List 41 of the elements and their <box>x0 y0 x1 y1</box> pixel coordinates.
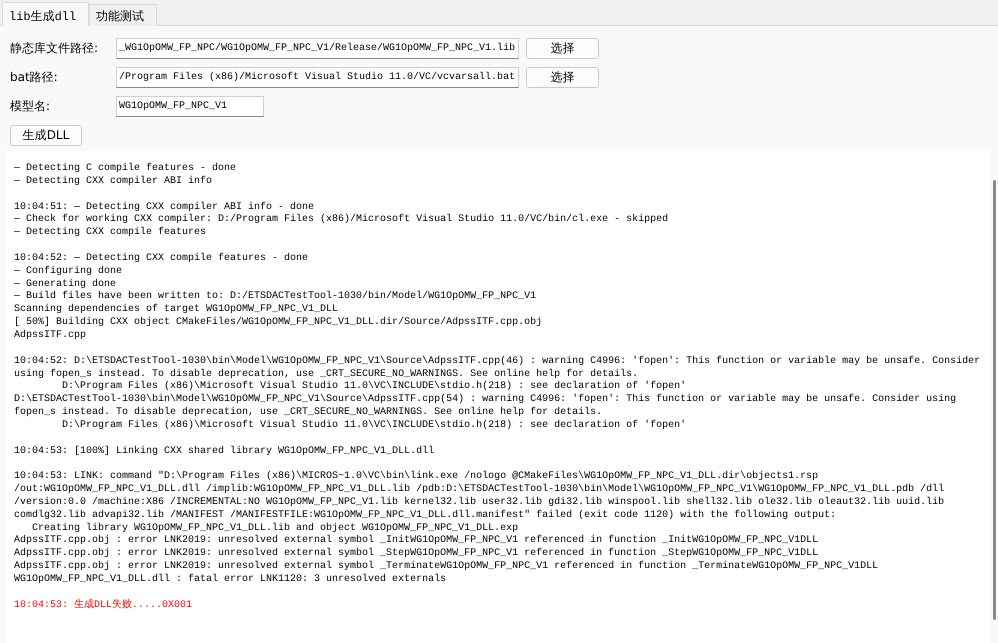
input-field[interactable]: _WG1OpOMW_FP_NPC/WG1OpOMW_FP_NPC_V1/Release/WG1OpOMW_FP_NPC_V1.lib <box>116 38 519 59</box>
field-label: 模型名: <box>10 98 52 115</box>
log-line: AdpssITF.cpp.obj : error LNK2019: unresolved external symbol _TerminateWG1OpOMW_FP_NPC_V1 referenced in function _TerminateWG1OpOMW_FP_NPC_V1DLL <box>14 561 880 574</box>
log-line: D:\ETSDACTestTool-1030\bin\Model\WG1OpOMW_FP_NPC_V1\Source\AdpssITF.cpp(54) : warning C4996: 'fopen': This function or variable may be unsafe. Consider using <box>14 394 958 406</box>
generate-dll-button[interactable]: 生成DLL <box>10 124 82 146</box>
log-line: [ 50%] Building CXX object CMakeFiles/WG1OpOMW_FP_NPC_V1_DLL.dir/Source/AdpssITF.cpp.obj <box>14 317 544 330</box>
browse-button[interactable]: 选择 <box>526 38 599 59</box>
log-line: AdpssITF.cpp <box>14 330 88 343</box>
log-line: — Detecting C compile features - done <box>14 163 238 176</box>
field-label: bat路径: <box>10 69 59 86</box>
log-line: D:\Program Files (x86)\Microsoft Visual Studio 11.0\VC\INCLUDE\stdio.h(218) : see declaration of 'fopen' <box>61 420 688 433</box>
log-line: 10:04:53: LINK: command "D:\Program Files (x86)\MICROS~1.0\VC\bin\link.exe /nologo @CMakeFiles\WG1OpOMW_FP_NPC_V1_DLL.dir\objects1.rsp <box>14 471 820 484</box>
log-line: Creating library WG1OpOMW_FP_NPC_V1_DLL.lib and object WG1OpOMW_FP_NPC_V1_DLL.exp <box>31 522 520 534</box>
log-line: — Configuring done <box>14 266 124 278</box>
log-line: 10:04:52: — Detecting CXX compile features - done <box>14 252 310 266</box>
log-line: using fopen_s instead. To disable deprecation, use _CRT_SECURE_NO_WARNINGS. See online help for details. <box>14 368 640 380</box>
log-line: fopen_s instead. To disable deprecation, use _CRT_SECURE_NO_WARNINGS. See online help for details. <box>14 407 604 420</box>
log-line: 10:04:52: D:\ETSDACTestTool-1030\bin\Model\WG1OpOMW_FP_NPC_V1\Source\AdpssITF.cpp(46) : warning C4996: 'fopen': This function or variable may be unsafe. Consider <box>14 356 982 368</box>
field-label: 静态库文件路径: <box>10 40 100 57</box>
tab[interactable]: 功能测试 <box>89 4 158 26</box>
log-line: AdpssITF.cpp.obj : error LNK2019: unresolved external symbol _StepWG1OpOMW_FP_NPC_V1 referenced in function _StepWG1OpOMW_FP_NPC_V1DLL <box>14 548 820 560</box>
log-line: — Generating done <box>14 278 118 290</box>
log-line: — Check for working CXX compiler: D:/Program Files (x86)/Microsoft Visual Studio 11.0/VC/bin/cl.exe - skipped <box>14 214 670 226</box>
scrollbar-thumb[interactable] <box>992 180 996 620</box>
error-message: 10:04:53: 生成DLL失败.....0X001 <box>14 600 194 613</box>
browse-button[interactable]: 选择 <box>526 67 599 88</box>
log-line: 10:04:53: [100%] Linking CXX shared library WG1OpOMW_FP_NPC_V1_DLL.dll <box>14 446 436 458</box>
input-field[interactable]: WG1OpOMW_FP_NPC_V1 <box>116 96 264 117</box>
log-line: 10:04:51: — Detecting CXX compiler ABI info - done <box>14 202 316 214</box>
log-line: Scanning dependencies of target WG1OpOMW_FP_NPC_V1_DLL <box>14 304 340 316</box>
log-line: — Detecting CXX compile features <box>14 227 208 240</box>
log-line: /version:0.0 /machine:X86 /INCREMENTAL:NO WG1OpOMW_FP_NPC_V1.lib kernel32.lib user32.lib gdi32.lib winspool.lib shell32.lib ole32.lib oleaut32.lib uuid.lib <box>14 496 946 510</box>
log-line: — Build files have been written to: D:/ETSDACTestTool-1030/bin/Model/WG1OpOMW_FP_NPC_V1 <box>14 291 538 304</box>
log-line: WG1OpOMW_FP_NPC_V1_DLL.dll : fatal error LNK1120: 3 unresolved externals <box>14 574 448 587</box>
log-line: — Detecting CXX compiler ABI info <box>14 176 214 189</box>
log-line: comdlg32.lib advapi32.lib /MANIFEST /MANIFESTFILE:WG1OpOMW_FP_NPC_V1_DLL.dll.manifest" failed (exit code 1120) with the following output: <box>14 510 838 522</box>
log-line: /out:WG1OpOMW_FP_NPC_V1_DLL.dll /implib:WG1OpOMW_FP_NPC_V1_DLL.lib /pdb:D:\ETSDACTestTool-1030\bin\Model\WG1OpOMW_FP_NPC_V1\WG1OpOMW_FP_NPC_V1_DLL.pdb /dll <box>14 484 946 496</box>
log-line: D:\Program Files (x86)\Microsoft Visual Studio 11.0\VC\INCLUDE\stdio.h(218) : see declaration of 'fopen' <box>61 381 688 394</box>
input-field[interactable]: /Program Files (x86)/Microsoft Visual Studio 11.0/VC/vcvarsall.bat <box>116 67 519 88</box>
tab[interactable]: lib生成dll <box>2 2 90 26</box>
log-line: AdpssITF.cpp.obj : error LNK2019: unresolved external symbol _InitWG1OpOMW_FP_NPC_V1 referenced in function _InitWG1OpOMW_FP_NPC_V1DLL <box>14 535 820 548</box>
